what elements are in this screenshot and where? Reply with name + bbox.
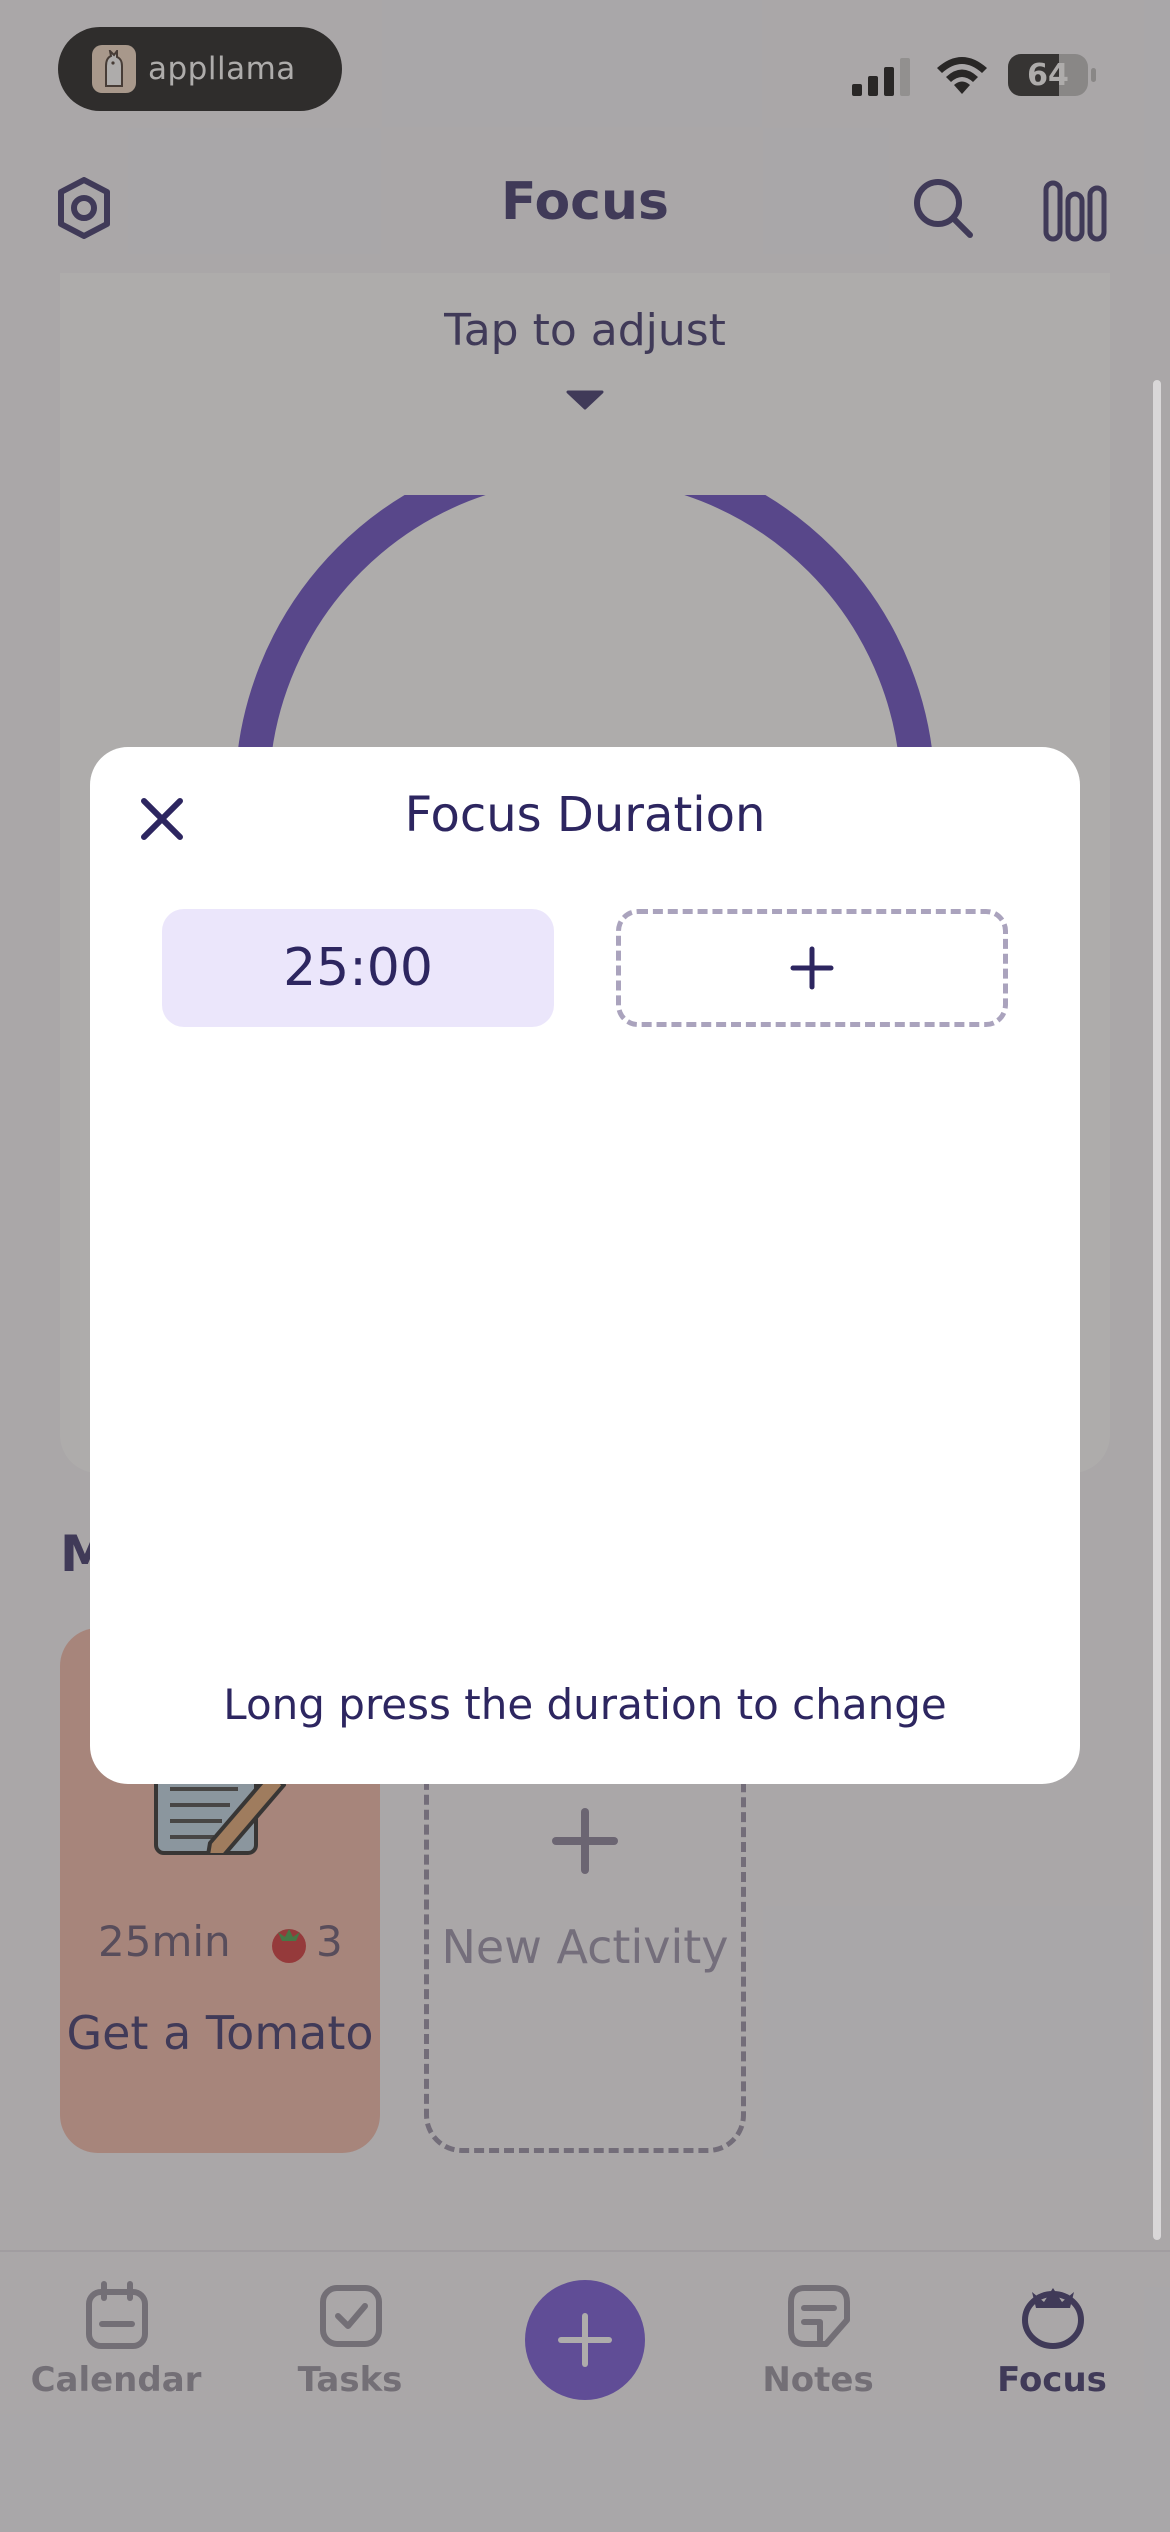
modal-hint-text: Long press the duration to change (223, 1680, 947, 1729)
add-duration-button[interactable] (616, 909, 1008, 1027)
plus-icon (790, 946, 834, 990)
duration-option-chip[interactable]: 25:00 (162, 909, 554, 1027)
modal-title: Focus Duration (404, 787, 766, 843)
scrollbar[interactable] (1153, 380, 1161, 2240)
focus-duration-modal (90, 747, 1080, 1784)
